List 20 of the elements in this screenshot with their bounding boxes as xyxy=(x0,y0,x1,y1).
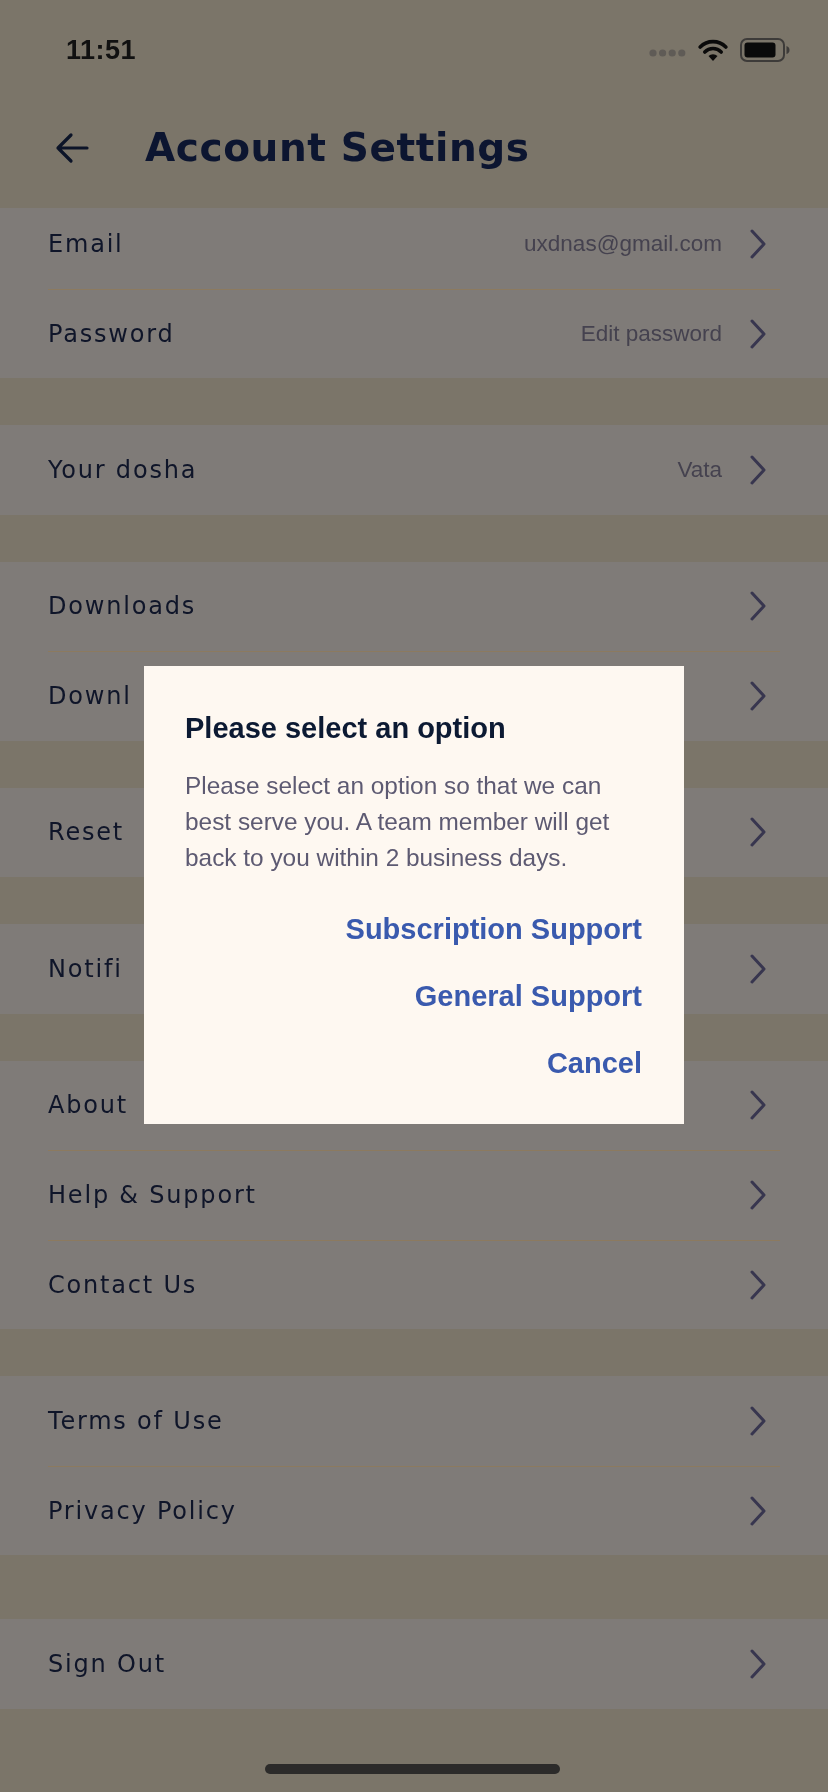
row-label: About xyxy=(48,1090,128,1122)
row-label: Privacy Policy xyxy=(48,1495,237,1527)
row-label: Your dosha xyxy=(48,454,198,486)
row-label: Terms of Use xyxy=(48,1405,224,1437)
row-value: Edit password xyxy=(580,319,722,348)
row-label: Email xyxy=(48,228,124,260)
row-label: Help & Support xyxy=(48,1180,257,1212)
row-value: uxdnas@gmail.com xyxy=(524,229,722,258)
dialog-title: Please select an option xyxy=(185,711,507,746)
row-label: Notifi xyxy=(48,953,123,985)
row-label: Downl xyxy=(48,681,132,713)
row-label: Password xyxy=(48,318,175,350)
row-value: Vata xyxy=(677,455,722,484)
page-title: Account Settings xyxy=(145,123,530,172)
row-label: Downloads xyxy=(48,591,196,623)
row-label: Reset xyxy=(48,817,125,849)
status-time: 11:51 xyxy=(66,33,137,67)
row-label: Contact Us xyxy=(48,1269,198,1301)
row-label: Sign Out xyxy=(48,1648,166,1680)
dialog-message: Please select an option so that we can best serve you. A team member will get back to you within 2 business days. xyxy=(185,771,611,873)
